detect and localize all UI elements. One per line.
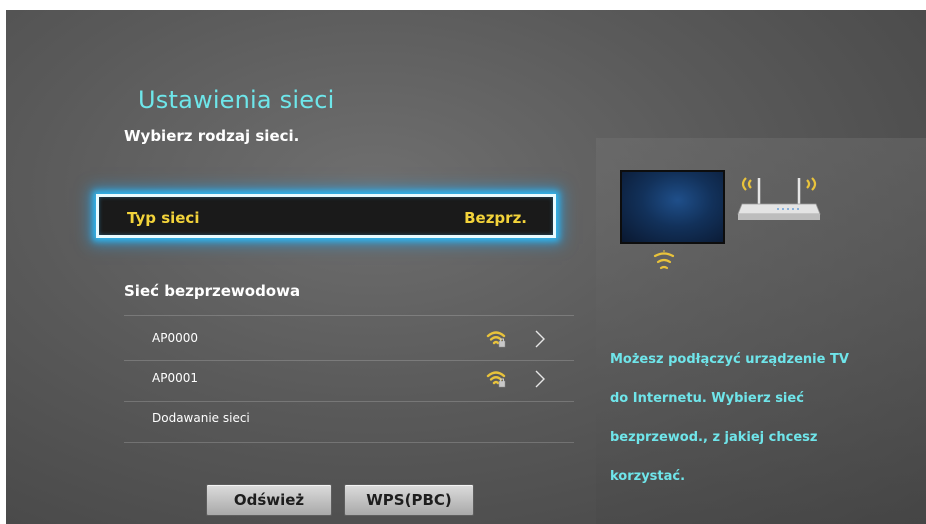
network-item-ap0001[interactable]: AP0001: [124, 360, 574, 398]
page-subtitle: Wybierz rodzaj sieci.: [124, 127, 300, 145]
tv-illustration: [620, 170, 725, 244]
network-type-selector[interactable]: Typ sieci Bezprz.: [96, 194, 556, 238]
network-item-ap0000[interactable]: AP0000: [124, 320, 574, 358]
tv-screen: Ustawienia sieci Wybierz rodzaj sieci. T…: [6, 10, 926, 524]
network-type-label: Typ sieci: [127, 209, 200, 227]
help-text: Możesz podłączyć urządzenie TV do Intern…: [610, 352, 849, 484]
wifi-signal-icon: [486, 371, 506, 388]
chevron-right-icon[interactable]: [534, 329, 546, 349]
add-network-label: Dodawanie sieci: [152, 411, 250, 425]
network-name: AP0001: [152, 371, 198, 385]
page-title: Ustawienia sieci: [138, 86, 335, 114]
wifi-signal-icon: [486, 331, 506, 348]
network-type-value: Bezprz.: [464, 209, 527, 227]
wps-pbc-button[interactable]: WPS(PBC): [344, 484, 474, 516]
wireless-section-header: Sieć bezprzewodowa: [124, 282, 301, 300]
network-name: AP0000: [152, 331, 198, 345]
chevron-right-icon[interactable]: [534, 369, 546, 389]
add-network-item[interactable]: Dodawanie sieci: [124, 400, 574, 438]
divider: [124, 442, 574, 443]
refresh-button[interactable]: Odśwież: [206, 484, 332, 516]
divider: [124, 315, 574, 316]
signal-waves-icon: [653, 250, 675, 270]
router-icon: [737, 177, 821, 220]
